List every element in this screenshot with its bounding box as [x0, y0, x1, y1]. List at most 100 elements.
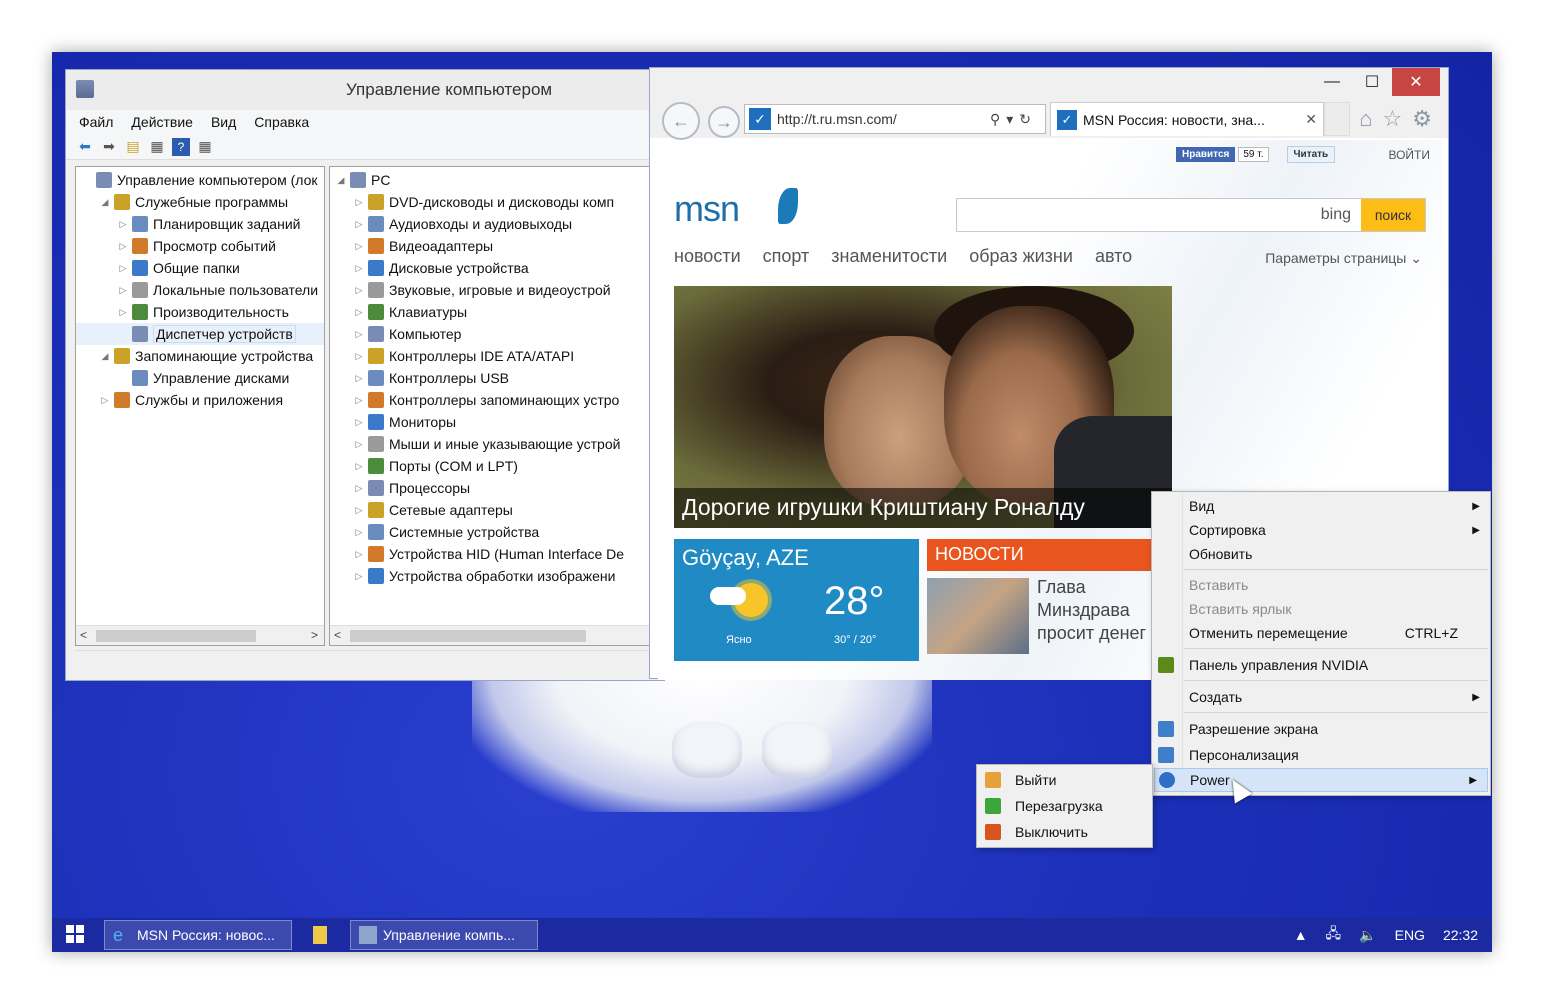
expand-arrow-icon[interactable]: ▷ [352, 197, 366, 208]
start-windows-icon[interactable] [66, 925, 84, 943]
weather-tile[interactable]: Göyçay, AZE 28° Ясно 30° / 20° [674, 539, 919, 661]
tree-item[interactable]: ▷ Процессоры [330, 477, 665, 499]
menu-item-paste-shortcut[interactable]: Вставить ярлык [1152, 597, 1490, 621]
expand-arrow-icon[interactable]: ▷ [352, 285, 366, 296]
expand-arrow-icon[interactable]: ▷ [98, 395, 112, 406]
expand-arrow-icon[interactable]: ▷ [352, 417, 366, 428]
tree-item[interactable]: ◢ Служебные программы [76, 191, 324, 213]
horizontal-scrollbar[interactable]: < > [76, 625, 324, 645]
menu-item-shutdown[interactable]: Выключить [977, 819, 1152, 845]
menu-item-sign-out[interactable]: Выйти [977, 767, 1152, 793]
language-indicator[interactable]: ENG [1395, 927, 1425, 943]
expand-arrow-icon[interactable]: ▷ [352, 549, 366, 560]
scroll-left-icon[interactable]: < [80, 628, 87, 642]
hero-caption[interactable]: Дорогие игрушки Криштиану Роналду [674, 488, 1172, 528]
tree-item[interactable]: ▷ Контроллеры IDE ATA/ATAPI [330, 345, 665, 367]
nav-celebrities[interactable]: знаменитости [831, 246, 947, 267]
expand-arrow-icon[interactable]: ▷ [116, 219, 130, 230]
tree-item[interactable]: Управление компьютером (лок [76, 169, 324, 191]
msn-logo[interactable]: msn [674, 188, 740, 230]
tree-item[interactable]: ▷ Мониторы [330, 411, 665, 433]
tree-item[interactable]: ▷ Контроллеры запоминающих устро [330, 389, 665, 411]
expand-arrow-icon[interactable]: ▷ [116, 263, 130, 274]
forward-icon[interactable]: → [708, 106, 740, 138]
bing-search-box[interactable]: bing поиск [956, 198, 1426, 232]
menu-item-sort[interactable]: Сортировка ▶ [1152, 518, 1490, 542]
maximize-button[interactable]: ☐ [1352, 68, 1392, 96]
tree-item[interactable]: ◢ PC [330, 169, 665, 191]
new-tab-button[interactable] [1324, 102, 1350, 136]
tree-item[interactable]: ▷ Устройства обработки изображени [330, 565, 665, 587]
menu-action[interactable]: Действие [124, 114, 200, 130]
tree-item[interactable]: ▷ Системные устройства [330, 521, 665, 543]
facebook-like-button[interactable]: Нравится [1176, 147, 1236, 162]
collapse-arrow-icon[interactable]: ◢ [334, 175, 348, 186]
device-manager-pane[interactable]: ◢ PC ▷ DVD-дисководы и дисководы комп ▷ Аудио… [329, 166, 666, 646]
favorites-star-icon[interactable]: ☆ [1383, 106, 1403, 132]
tree-item[interactable]: ◢ Запоминающие устройства [76, 345, 324, 367]
menu-item-view[interactable]: Вид ▶ [1152, 494, 1490, 518]
collapse-arrow-icon[interactable]: ◢ [98, 351, 112, 362]
expand-arrow-icon[interactable]: ▷ [116, 241, 130, 252]
expand-arrow-icon[interactable]: ▷ [116, 285, 130, 296]
taskbar-button-explorer[interactable] [304, 920, 334, 950]
title-bar[interactable]: Управление компьютером [66, 70, 664, 110]
back-icon[interactable]: ← [662, 102, 700, 140]
tree-item[interactable]: ▷ Просмотр событий [76, 235, 324, 257]
tree-item[interactable]: ▷ Общие папки [76, 257, 324, 279]
menu-item-nvidia[interactable]: Панель управления NVIDIA [1152, 653, 1490, 677]
collapse-arrow-icon[interactable]: ◢ [98, 197, 112, 208]
search-button[interactable]: поиск [1361, 199, 1425, 231]
show-hide-tree-icon[interactable]: ▦ [148, 138, 166, 156]
tree-item[interactable]: ▷ Компьютер [330, 323, 665, 345]
nav-news[interactable]: новости [674, 246, 741, 267]
twitter-follow-button[interactable]: Читать [1286, 146, 1336, 163]
console-tree-pane[interactable]: Управление компьютером (лок ◢ Служебные пр… [75, 166, 325, 646]
horizontal-scrollbar[interactable]: < > [330, 625, 665, 645]
up-folder-icon[interactable]: ▤ [124, 138, 142, 156]
properties-icon[interactable]: ▦ [196, 138, 214, 156]
expand-arrow-icon[interactable]: ▷ [116, 307, 130, 318]
address-bar[interactable]: ✓ http://t.ru.msn.com/ ⚲▾↻ [744, 104, 1046, 134]
help-icon[interactable]: ? [172, 137, 190, 156]
expand-arrow-icon[interactable]: ▷ [352, 241, 366, 252]
nav-auto[interactable]: авто [1095, 246, 1132, 267]
forward-arrow-icon[interactable]: ➡ [100, 138, 118, 156]
expand-arrow-icon[interactable]: ▷ [352, 263, 366, 274]
menu-view[interactable]: Вид [204, 114, 243, 130]
expand-arrow-icon[interactable]: ▷ [352, 527, 366, 538]
home-icon[interactable]: ⌂ [1359, 106, 1372, 132]
tree-item[interactable]: Диспетчер устройств [76, 323, 324, 345]
tree-item[interactable]: ▷ Планировщик заданий [76, 213, 324, 235]
tree-item[interactable]: ▷ Клавиатуры [330, 301, 665, 323]
tree-item[interactable]: ▷ Звуковые, игровые и видеоустрой [330, 279, 665, 301]
news-headline[interactable]: Глава Минздрава просит денег [1037, 576, 1146, 645]
tree-item[interactable]: ▷ Устройства HID (Human Interface De [330, 543, 665, 565]
tab-msn[interactable]: ✓ MSN Россия: новости, зна... ✕ [1050, 102, 1324, 136]
news-header[interactable]: НОВОСТИ [927, 539, 1153, 571]
scroll-thumb[interactable] [350, 630, 586, 642]
show-hidden-icons-icon[interactable]: ▲ [1294, 927, 1308, 943]
expand-arrow-icon[interactable]: ▷ [352, 439, 366, 450]
search-refresh-icons[interactable]: ⚲▾↻ [990, 111, 1045, 128]
expand-arrow-icon[interactable]: ▷ [352, 307, 366, 318]
clock[interactable]: 22:32 [1443, 927, 1478, 943]
tab-close-icon[interactable]: ✕ [1305, 111, 1317, 128]
expand-arrow-icon[interactable]: ▷ [352, 461, 366, 472]
nav-lifestyle[interactable]: образ жизни [969, 246, 1073, 267]
expand-arrow-icon[interactable]: ▷ [352, 505, 366, 516]
expand-arrow-icon[interactable]: ▷ [352, 483, 366, 494]
tree-item[interactable]: ▷ Локальные пользователи [76, 279, 324, 301]
volume-icon[interactable]: 🔈 [1359, 927, 1376, 944]
url-text[interactable]: http://t.ru.msn.com/ [777, 111, 990, 127]
close-button[interactable]: ✕ [1392, 68, 1440, 96]
expand-arrow-icon[interactable]: ▷ [352, 219, 366, 230]
expand-arrow-icon[interactable]: ▷ [352, 329, 366, 340]
tree-item[interactable]: ▷ Видеоадаптеры [330, 235, 665, 257]
hero-image[interactable]: Дорогие игрушки Криштиану Роналду [674, 286, 1172, 528]
back-arrow-icon[interactable]: ⬅ [76, 138, 94, 156]
tree-item[interactable]: ▷ Сетевые адаптеры [330, 499, 665, 521]
nav-sport[interactable]: спорт [763, 246, 810, 267]
menu-item-power[interactable]: Power ▶ [1154, 768, 1488, 792]
tree-item[interactable]: ▷ Контроллеры USB [330, 367, 665, 389]
